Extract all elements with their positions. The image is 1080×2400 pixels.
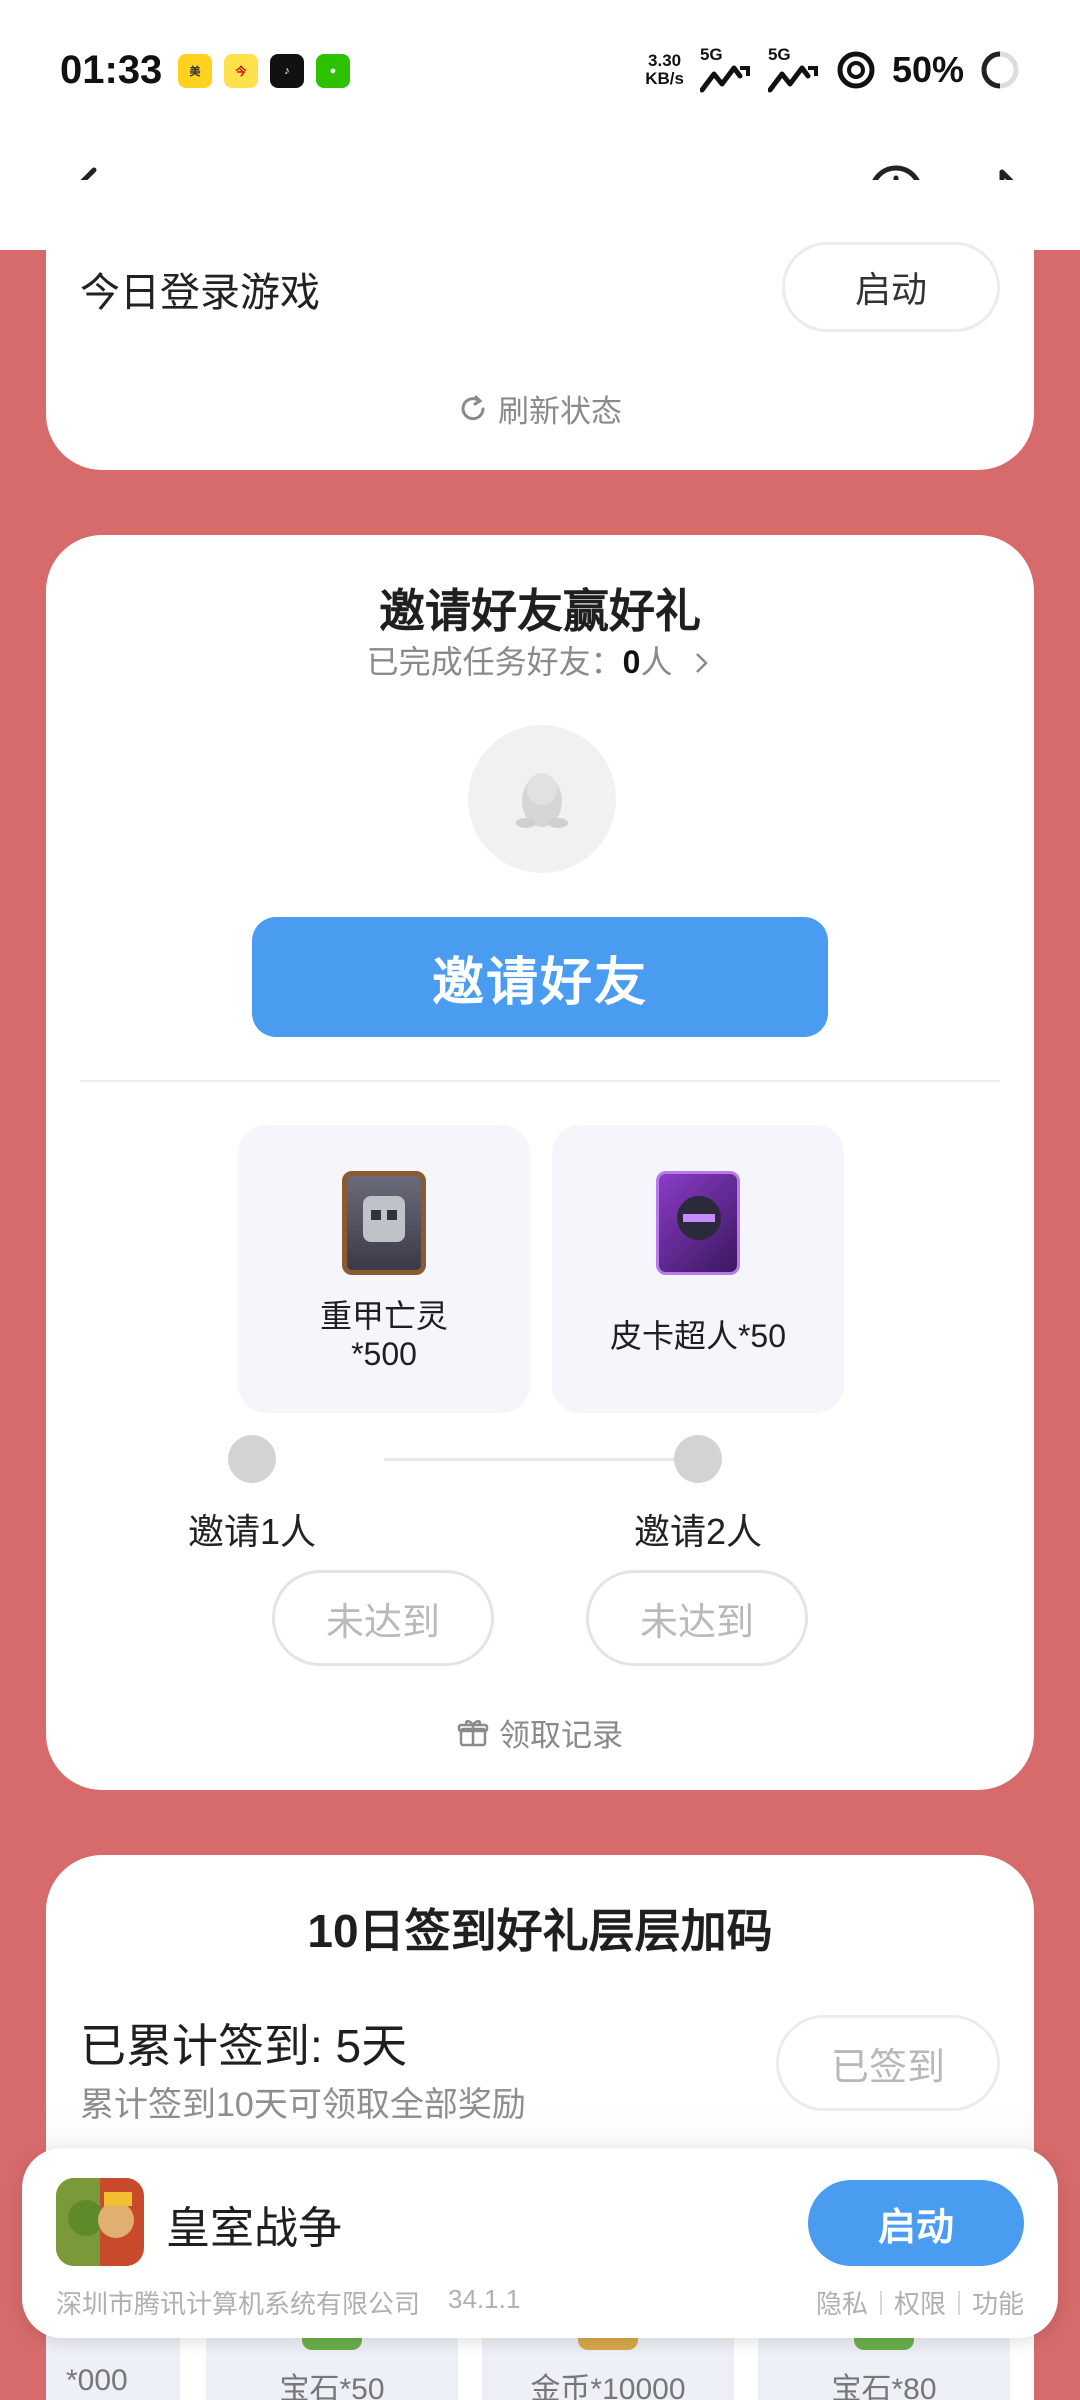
step-1-dot xyxy=(228,1435,276,1483)
toutiao-icon: 今 xyxy=(224,54,258,88)
separator xyxy=(879,2290,882,2315)
invite-card: 邀请好友赢好礼 已完成任务好友：0人 邀请好友 重甲亡灵 *500 皮卡超人*5… xyxy=(46,535,1034,1790)
features-link[interactable]: 功能 xyxy=(972,2284,1024,2321)
refresh-icon xyxy=(461,395,485,420)
app-links: 隐私 权限 功能 xyxy=(816,2284,1024,2321)
meituan-icon: 美 xyxy=(178,54,212,88)
status-right: 3.30 KB/s 5G 5G 50% xyxy=(645,46,1020,94)
step-2-status-button[interactable]: 未达到 xyxy=(586,1570,808,1666)
network-speed: 3.30 KB/s xyxy=(645,51,684,88)
chevron-right-icon xyxy=(696,653,709,673)
invite-progress-link[interactable]: 已完成任务好友：0人 xyxy=(46,637,1034,683)
reward-card-1: 重甲亡灵 *500 xyxy=(238,1125,530,1413)
battery-ring-icon xyxy=(981,51,1019,89)
app-meta: 深圳市腾讯计算机系统有限公司 34.1.1 xyxy=(56,2284,520,2321)
wechat-icon: ● xyxy=(316,54,350,88)
battery-percent: 50% xyxy=(891,49,964,90)
qq-penguin-icon xyxy=(516,773,568,828)
signal-icon-2: 5G xyxy=(767,46,820,94)
status-bar: 01:33 美 今 ♪ ● 3.30 KB/s 5G 5G 50% xyxy=(0,0,1080,140)
invite-friends-button[interactable]: 邀请好友 xyxy=(252,917,828,1037)
step-2-label: 邀请2人 xyxy=(633,1511,763,1552)
signal-icon-1: 5G xyxy=(699,46,752,94)
notification-icons: 美 今 ♪ ● xyxy=(178,54,350,88)
claim-records-link[interactable]: 领取记录 xyxy=(46,1710,1034,1755)
privacy-link[interactable]: 隐私 xyxy=(816,2284,868,2321)
gift-icon xyxy=(457,1719,489,1746)
step-1-status-button[interactable]: 未达到 xyxy=(272,1570,494,1666)
armored-skeleton-card-image xyxy=(342,1171,426,1275)
app-start-button[interactable]: 启动 xyxy=(808,2180,1024,2266)
app-name: 皇室战争 xyxy=(166,2204,342,2253)
checkin-count: 已累计签到: 5天 xyxy=(80,2020,408,2072)
login-task-label: 今日登录游戏 xyxy=(80,271,320,315)
divider xyxy=(80,1080,1000,1082)
app-launch-bar: 皇室战争 启动 深圳市腾讯计算机系统有限公司 34.1.1 隐私 权限 功能 xyxy=(22,2148,1058,2338)
checkin-title: 10日签到好礼层层加码 xyxy=(307,1905,773,1957)
clash-royale-app-icon xyxy=(56,2178,144,2266)
reward-2-name: 皮卡超人*50 xyxy=(609,1318,787,1354)
app-company: 深圳市腾讯计算机系统有限公司 xyxy=(56,2289,421,2319)
checkin-note: 累计签到10天可领取全部奖励 xyxy=(80,2086,526,2124)
separator xyxy=(957,2290,960,2315)
tiktok-icon: ♪ xyxy=(270,54,304,88)
refresh-status-button[interactable]: 刷新状态 xyxy=(46,386,1034,431)
super-pekka-card-image xyxy=(656,1171,740,1275)
app-version: 34.1.1 xyxy=(448,2284,521,2314)
friend-avatar-placeholder xyxy=(468,725,616,873)
status-time: 01:33 xyxy=(60,48,163,92)
step-2-dot xyxy=(674,1435,722,1483)
reward-card-2: 皮卡超人*50 xyxy=(552,1125,844,1413)
login-task-card: 今日登录游戏 启动 刷新状态 xyxy=(46,180,1034,470)
reward-1-name-line2: *500 xyxy=(351,1336,417,1372)
hotspot-icon xyxy=(837,51,875,89)
login-start-button[interactable]: 启动 xyxy=(782,242,1000,332)
invite-count: 0 xyxy=(622,644,641,680)
permissions-link[interactable]: 权限 xyxy=(894,2284,946,2321)
signed-in-button[interactable]: 已签到 xyxy=(776,2015,1000,2111)
step-1-label: 邀请1人 xyxy=(187,1511,317,1552)
invite-title: 邀请好友赢好礼 xyxy=(379,585,701,637)
reward-1-name-line1: 重甲亡灵 xyxy=(319,1298,448,1334)
progress-line xyxy=(384,1458,696,1461)
claim-records-label: 领取记录 xyxy=(499,1718,623,1753)
refresh-label: 刷新状态 xyxy=(498,394,622,429)
